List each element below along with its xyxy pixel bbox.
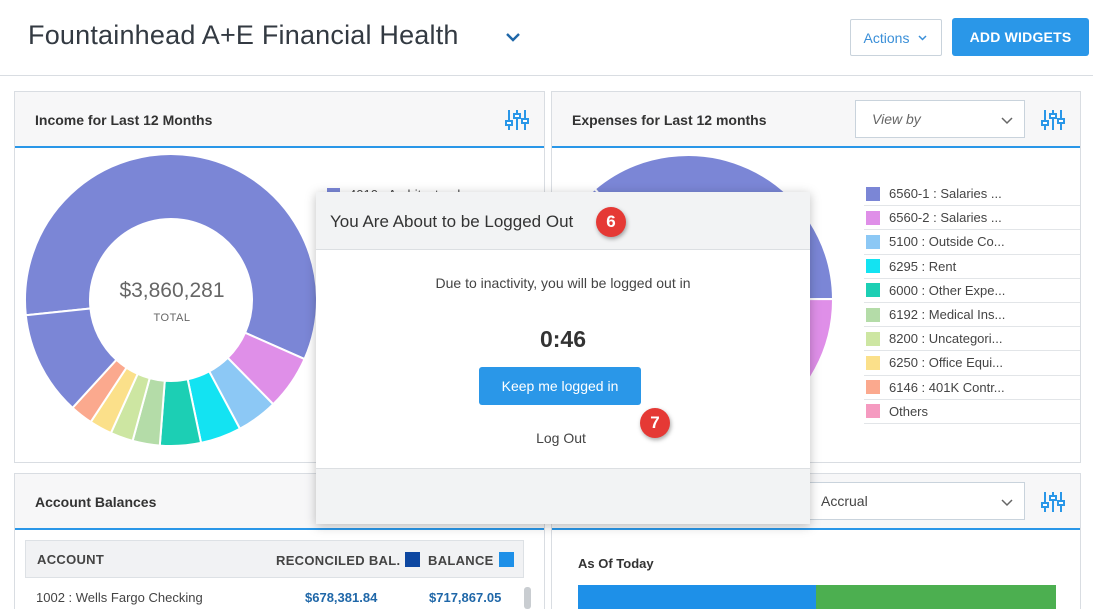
- dialog-message: Due to inactivity, you will be logged ou…: [435, 275, 691, 291]
- bar-segment-green: [816, 585, 1056, 609]
- legend-item[interactable]: 6295 : Rent: [864, 255, 1080, 279]
- actions-label: Actions: [863, 29, 910, 46]
- dialog-title: You Are About to be Logged Out: [330, 212, 574, 231]
- balances-table-header: ACCOUNT RECONCILED BAL. BALANCE: [25, 540, 524, 578]
- legend-item[interactable]: 6560-1 : Salaries ...: [864, 182, 1080, 207]
- reconciled-color-swatch: [405, 552, 421, 567]
- legend-swatch: [866, 186, 880, 201]
- income-widget-title: Income for Last 12 Months: [35, 112, 213, 128]
- chevron-down-icon: [1001, 499, 1013, 507]
- legend-label: 8200 : Uncategori...: [889, 331, 1003, 347]
- legend-label: 6560-2 : Salaries ...: [889, 210, 1002, 226]
- expenses-widget-title: Expenses for Last 12 months: [572, 112, 767, 128]
- sliders-settings-icon[interactable]: [1041, 491, 1065, 513]
- balance-value[interactable]: $717,867.05: [429, 590, 501, 605]
- keep-logged-in-button[interactable]: Keep me logged in: [479, 367, 641, 405]
- accounting-basis-select[interactable]: Accrual: [806, 482, 1025, 520]
- accounting-basis-value: Accrual: [821, 493, 868, 509]
- column-reconciled-balance: RECONCILED BAL.: [276, 552, 421, 568]
- legend-item[interactable]: Others: [864, 400, 1080, 424]
- income-widget-header: Income for Last 12 Months: [15, 92, 544, 148]
- as-of-label: As Of Today: [578, 556, 654, 571]
- legend-label: 6295 : Rent: [889, 258, 957, 274]
- sliders-settings-icon[interactable]: [1041, 109, 1065, 131]
- legend-item[interactable]: 6192 : Medical Ins...: [864, 303, 1080, 328]
- account-name: 1002 : Wells Fargo Checking: [36, 590, 203, 605]
- legend-label: 6560-1 : Salaries ...: [889, 186, 1002, 202]
- legend-swatch: [866, 259, 880, 274]
- logout-warning-dialog: You Are About to be Logged Out Due to in…: [316, 192, 810, 524]
- view-by-placeholder: View by: [872, 111, 921, 127]
- legend-label: 6000 : Other Expe...: [889, 282, 1006, 298]
- legend-swatch: [866, 380, 880, 395]
- legend-item[interactable]: 8200 : Uncategori...: [864, 327, 1080, 352]
- legend-swatch: [866, 307, 880, 322]
- legend-item[interactable]: 5100 : Outside Co...: [864, 230, 1080, 255]
- view-by-select[interactable]: View by: [855, 100, 1025, 138]
- bar-segment-blue: [578, 585, 816, 609]
- income-total-label: TOTAL: [153, 312, 191, 324]
- countdown-timer: 0:46: [539, 326, 587, 352]
- expenses-legend: 6560-1 : Salaries ... 6560-2 : Salaries .…: [864, 182, 1080, 424]
- log-out-link[interactable]: Log Out: [316, 430, 806, 446]
- income-total-value: $3,860,281: [119, 279, 225, 302]
- actions-button[interactable]: Actions: [850, 19, 942, 56]
- column-reconciled-label: RECONCILED BAL.: [276, 553, 401, 568]
- legend-item[interactable]: 6250 : Office Equi...: [864, 351, 1080, 376]
- dialog-footer: [316, 468, 810, 524]
- column-balance: BALANCE: [428, 552, 514, 568]
- legend-swatch: [866, 234, 880, 249]
- column-account: ACCOUNT: [37, 552, 105, 567]
- table-row[interactable]: 1002 : Wells Fargo Checking $678,381.84 …: [25, 584, 524, 609]
- legend-label: 6192 : Medical Ins...: [889, 307, 1006, 323]
- legend-label: 5100 : Outside Co...: [889, 234, 1005, 250]
- legend-swatch: [866, 355, 880, 370]
- legend-label: 6146 : 401K Contr...: [889, 379, 1005, 395]
- sliders-settings-icon[interactable]: [505, 109, 529, 131]
- page-header: Fountainhead A+E Financial Health Action…: [0, 0, 1093, 76]
- legend-item[interactable]: 6000 : Other Expe...: [864, 279, 1080, 303]
- legend-item[interactable]: 6146 : 401K Contr...: [864, 376, 1080, 400]
- legend-label: Others: [889, 403, 929, 419]
- chevron-down-icon[interactable]: [502, 26, 524, 48]
- dialog-header: You Are About to be Logged Out: [316, 192, 810, 250]
- account-balances-title: Account Balances: [35, 494, 157, 510]
- income-donut-chart: [24, 154, 318, 447]
- step-badge: 7: [640, 408, 670, 438]
- column-balance-label: BALANCE: [428, 553, 494, 568]
- legend-swatch: [866, 210, 880, 225]
- legend-swatch: [866, 331, 880, 346]
- legend-label: 6250 : Office Equi...: [889, 355, 1003, 371]
- page-title: Fountainhead A+E Financial Health: [28, 20, 459, 50]
- reconciled-balance-value[interactable]: $678,381.84: [305, 590, 377, 605]
- expenses-widget-header: Expenses for Last 12 months View by: [552, 92, 1080, 148]
- step-badge: 6: [596, 207, 626, 237]
- balance-color-swatch: [498, 552, 514, 567]
- add-widgets-button[interactable]: ADD WIDGETS: [952, 18, 1089, 56]
- legend-item[interactable]: 6560-2 : Salaries ...: [864, 206, 1080, 231]
- chevron-down-icon: [1001, 117, 1013, 125]
- table-scrollbar[interactable]: [524, 587, 531, 609]
- legend-swatch: [866, 404, 880, 419]
- chevron-down-icon: [918, 35, 927, 41]
- legend-swatch: [866, 283, 880, 298]
